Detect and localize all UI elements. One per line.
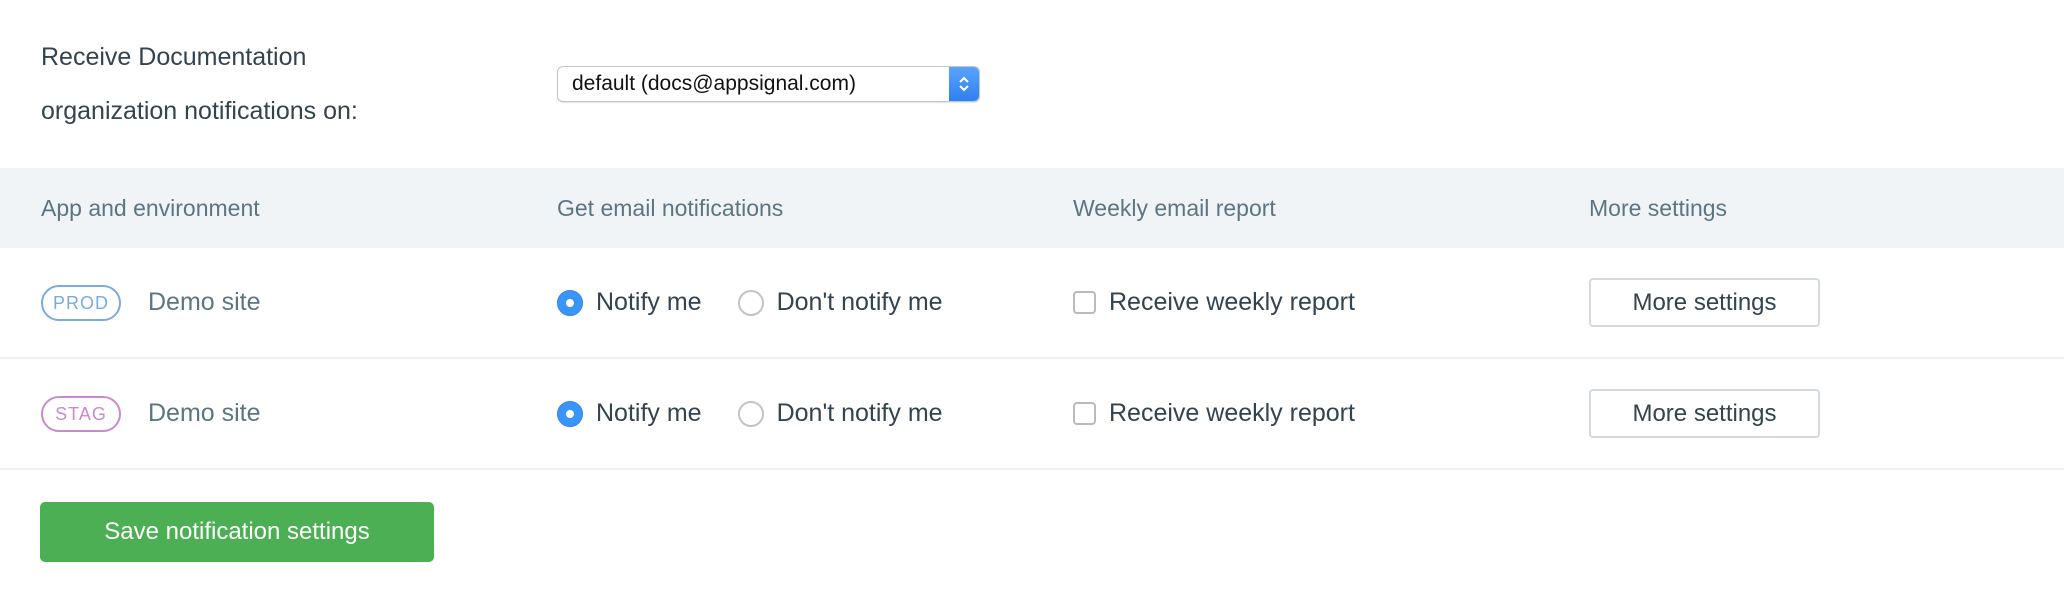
- dont-notify-me-radio[interactable]: [737, 400, 764, 427]
- weekly-report-checkbox[interactable]: [1073, 291, 1096, 314]
- environment-badge: STAG: [41, 395, 121, 432]
- notify-me-radio[interactable]: [557, 400, 583, 427]
- organization-notification-setting: Receive Documentation organization notif…: [0, 0, 2064, 168]
- notify-me-label[interactable]: Notify me: [596, 399, 702, 428]
- weekly-report-label[interactable]: Receive weekly report: [1109, 399, 1355, 428]
- notification-email-select-value: default (docs@appsignal.com): [572, 72, 856, 95]
- notification-email-select[interactable]: default (docs@appsignal.com): [557, 66, 980, 102]
- chevron-up-down-icon: [959, 76, 969, 92]
- more-settings-button[interactable]: More settings: [1589, 278, 1820, 327]
- weekly-report-label[interactable]: Receive weekly report: [1109, 288, 1355, 317]
- dont-notify-me-label[interactable]: Don't notify me: [777, 288, 943, 317]
- more-settings-cell: More settings: [1589, 248, 1820, 357]
- header-more-settings: More settings: [1589, 195, 1728, 221]
- save-notification-settings-button[interactable]: Save notification settings: [40, 502, 434, 562]
- table-header: App and environment Get email notificati…: [0, 168, 2064, 248]
- weekly-report-checkbox[interactable]: [1073, 402, 1096, 425]
- organization-notification-label: Receive Documentation organization notif…: [41, 30, 481, 138]
- dont-notify-me-label[interactable]: Don't notify me: [777, 399, 943, 428]
- header-weekly-email-report: Weekly email report: [1073, 195, 1276, 221]
- notify-me-label[interactable]: Notify me: [596, 288, 702, 317]
- organization-label-line1: Receive Documentation: [41, 43, 307, 71]
- notify-me-radio[interactable]: [557, 289, 583, 316]
- select-arrows-icon[interactable]: [949, 67, 979, 101]
- app-environment-cell: STAG Demo site: [41, 359, 261, 468]
- table-row: STAG Demo site Notify me Don't notify me…: [0, 359, 2064, 470]
- app-name: Demo site: [148, 399, 261, 427]
- table-row: PROD Demo site Notify me Don't notify me…: [0, 248, 2064, 359]
- organization-label-line2: organization notifications on:: [41, 97, 358, 125]
- email-notification-radio-group: Notify me Don't notify me: [557, 248, 943, 357]
- header-app-and-environment: App and environment: [41, 195, 260, 221]
- environment-badge: PROD: [41, 284, 121, 321]
- weekly-report-cell: Receive weekly report: [1073, 248, 1355, 357]
- weekly-report-cell: Receive weekly report: [1073, 359, 1355, 468]
- dont-notify-me-radio[interactable]: [737, 289, 764, 316]
- more-settings-button[interactable]: More settings: [1589, 389, 1820, 438]
- header-get-email-notifications: Get email notifications: [557, 195, 784, 221]
- email-notification-radio-group: Notify me Don't notify me: [557, 359, 943, 468]
- app-environment-cell: PROD Demo site: [41, 248, 261, 357]
- app-name: Demo site: [148, 288, 261, 316]
- more-settings-cell: More settings: [1589, 359, 1820, 468]
